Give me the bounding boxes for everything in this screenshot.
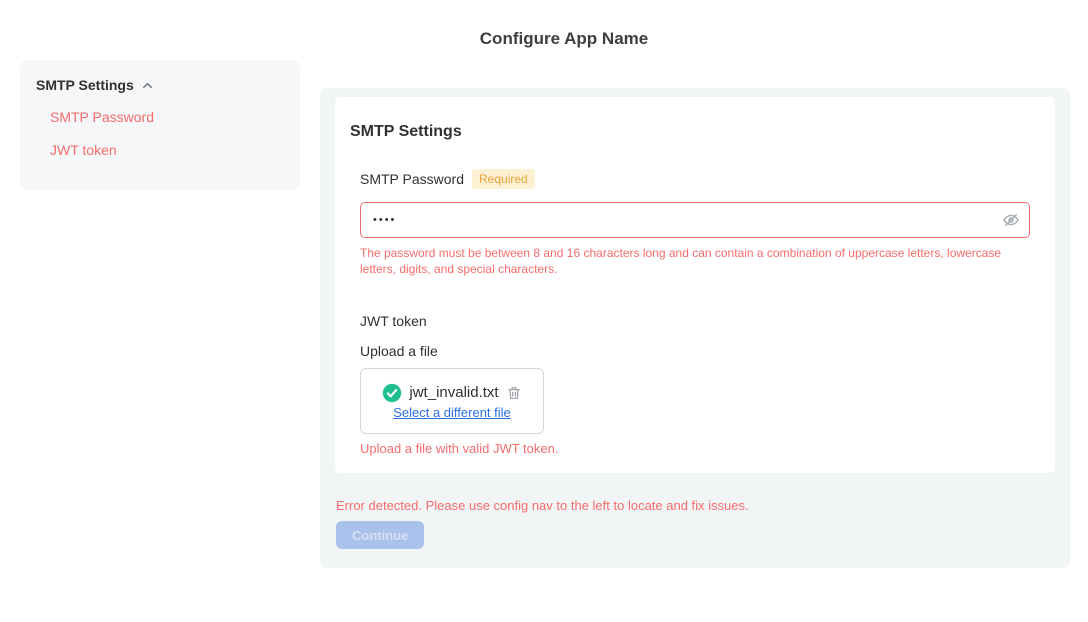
chevron-up-icon: [140, 78, 155, 93]
select-different-file-link[interactable]: Select a different file: [393, 405, 511, 420]
sidebar-item-jwt-token[interactable]: JWT token: [50, 140, 284, 160]
jwt-token-label: JWT token: [360, 313, 1040, 329]
delete-file-icon[interactable]: [506, 385, 522, 401]
sidebar-item-smtp-password[interactable]: SMTP Password: [50, 107, 284, 127]
settings-panel: SMTP Settings SMTP Password Required: [320, 88, 1070, 568]
sidebar-section-smtp-settings[interactable]: SMTP Settings: [36, 77, 284, 93]
file-upload-box: jwt_invalid.txt Select a different fil: [360, 368, 544, 434]
smtp-password-label: SMTP Password: [360, 171, 464, 187]
uploaded-file-name: jwt_invalid.txt: [409, 384, 498, 401]
success-check-icon: [382, 383, 402, 403]
sidebar-section-label: SMTP Settings: [36, 77, 134, 93]
configure-app-page: Configure App Name SMTP Settings SMTP Pa…: [0, 0, 1088, 622]
toggle-password-visibility-icon[interactable]: [1002, 211, 1020, 229]
required-badge: Required: [472, 169, 535, 189]
smtp-settings-card: SMTP Settings SMTP Password Required: [335, 97, 1055, 473]
page-title: Configure App Name: [40, 29, 1088, 49]
continue-button[interactable]: Continue: [336, 521, 424, 549]
upload-file-label: Upload a file: [360, 343, 1040, 359]
smtp-password-input[interactable]: [360, 202, 1030, 238]
form-error-message: Error detected. Please use config nav to…: [336, 498, 749, 513]
smtp-password-group: SMTP Password Required The password must…: [360, 169, 1040, 456]
smtp-password-error: The password must be between 8 and 16 ch…: [360, 245, 1020, 277]
card-heading: SMTP Settings: [350, 123, 1040, 141]
jwt-token-error: Upload a file with valid JWT token.: [360, 441, 1040, 456]
config-nav-sidebar: SMTP Settings SMTP Password JWT token: [20, 60, 300, 190]
